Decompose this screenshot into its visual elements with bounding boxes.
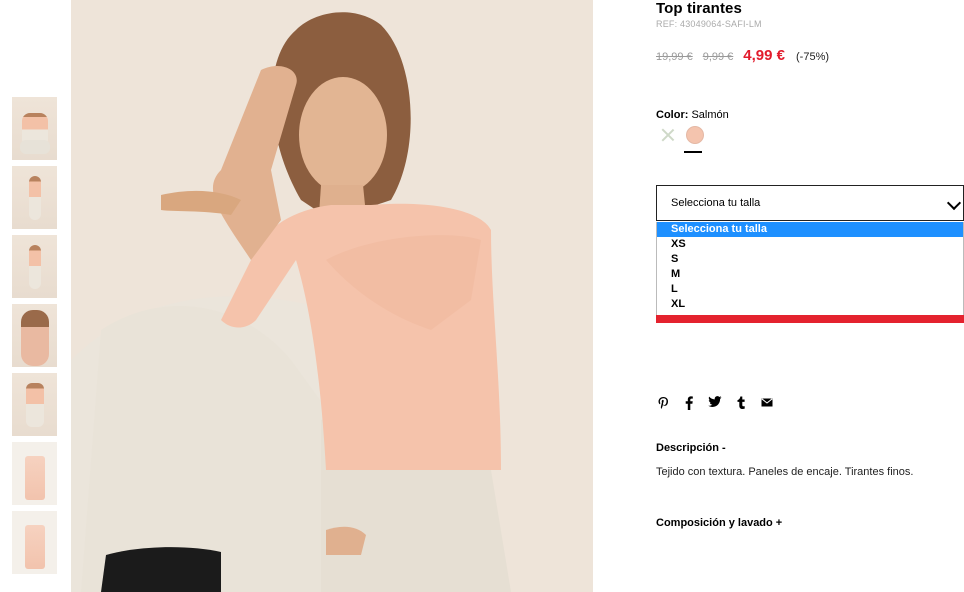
thumbnail-3[interactable] xyxy=(12,235,57,298)
discount-badge: (-75%) xyxy=(796,51,830,63)
main-product-photo xyxy=(71,0,593,592)
facebook-icon[interactable] xyxy=(682,396,696,410)
selected-swatch-indicator xyxy=(684,151,702,153)
size-option-placeholder[interactable]: Selecciona tu talla xyxy=(657,222,963,237)
product-title: Top tirantes xyxy=(656,0,742,17)
pinterest-icon[interactable] xyxy=(656,396,670,410)
price-block: 19,99 € 9,99 € 4,99 € (-75%) xyxy=(656,47,829,64)
thumbnail-1[interactable] xyxy=(12,97,57,160)
size-option-l[interactable]: L xyxy=(657,282,963,297)
description-heading[interactable]: Descripción - xyxy=(656,442,726,454)
thumbnail-6[interactable] xyxy=(12,442,57,505)
share-icons xyxy=(656,396,786,410)
description-text: Tejido con textura. Paneles de encaje. T… xyxy=(656,466,914,478)
thumbnail-4[interactable] xyxy=(12,304,57,367)
model-illustration xyxy=(71,0,593,592)
price-original: 19,99 € xyxy=(656,51,693,63)
color-label-row: Color: Salmón xyxy=(656,109,729,121)
size-select[interactable]: Selecciona tu talla xyxy=(656,185,964,221)
size-options-list: Selecciona tu talla XS S M L XL xyxy=(656,222,964,323)
color-swatch-salmon[interactable] xyxy=(686,126,704,144)
product-reference: REF: 43049064-SAFI-LM xyxy=(656,19,762,29)
product-info-panel: Top tirantes REF: 43049064-SAFI-LM 19,99… xyxy=(656,0,964,592)
size-option-m[interactable]: M xyxy=(657,267,963,282)
price-previous: 9,99 € xyxy=(702,51,734,63)
thumbnail-2[interactable] xyxy=(12,166,57,229)
composition-heading[interactable]: Composición y lavado + xyxy=(656,517,782,529)
twitter-icon[interactable] xyxy=(708,396,722,410)
color-label: Color: xyxy=(656,109,689,121)
size-select-label: Selecciona tu talla xyxy=(671,197,761,209)
add-to-bag-bar[interactable] xyxy=(656,315,964,323)
thumbnail-gallery xyxy=(12,97,57,580)
tumblr-icon[interactable] xyxy=(734,396,748,410)
thumbnail-7[interactable] xyxy=(12,511,57,574)
unavailable-color-icon[interactable] xyxy=(660,127,676,143)
color-swatches xyxy=(656,126,704,144)
size-option-xs[interactable]: XS xyxy=(657,237,963,252)
chevron-down-icon xyxy=(946,195,962,211)
size-option-xl[interactable]: XL xyxy=(657,297,963,312)
email-icon[interactable] xyxy=(760,396,774,410)
price-current: 4,99 € xyxy=(743,47,786,64)
color-value: Salmón xyxy=(691,109,729,121)
size-option-s[interactable]: S xyxy=(657,252,963,267)
thumbnail-5[interactable] xyxy=(12,373,57,436)
